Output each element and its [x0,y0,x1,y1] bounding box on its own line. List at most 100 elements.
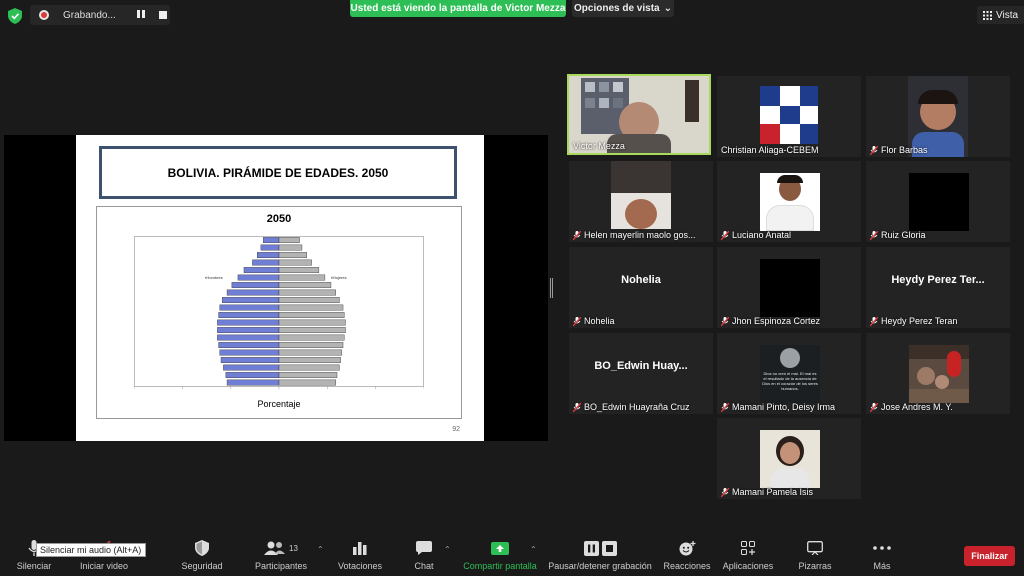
participant-tile[interactable]: Jose Andres M. Y. [866,333,1010,414]
chat-label: Chat [414,561,434,571]
bar-hombres [218,312,280,318]
muted-mic-icon [721,316,729,326]
plot-frame [134,236,424,387]
bar-hombres [220,357,280,363]
participant-tile[interactable]: Victor Mezza [567,74,711,155]
bar-hombres [260,244,280,251]
muted-mic-icon [721,402,729,412]
participant-tile[interactable]: BO_Edwin Huay... BO_Edwin Huayraña Cruz [569,333,713,414]
bar-mujeres [278,244,303,251]
security-button[interactable]: Seguridad [176,536,228,576]
bar-hombres [231,282,280,288]
muted-mic-icon [721,487,729,497]
participant-display-name: Heydy Perez Ter... [891,274,985,286]
participants-caret-icon[interactable]: ⌃ [317,545,324,554]
bar-mujeres [278,282,332,288]
view-button[interactable]: Vista [977,6,1024,24]
security-shield-icon[interactable] [8,8,22,24]
pyramid-svg: ▪Hombres ▪Mujeres [134,236,424,389]
participant-name: Nohelia [573,316,615,326]
participant-tile[interactable]: Luciano Anatal [717,161,861,242]
participant-tile[interactable]: Mamani Pamela Isis [717,418,861,499]
participants-icon [264,541,286,555]
bar-mujeres [278,342,344,348]
end-meeting-button[interactable]: Finalizar [964,546,1015,566]
bar-hombres [226,289,280,296]
bar-hombres [222,297,280,303]
bar-mujeres [278,319,346,326]
bar-mujeres [278,372,338,378]
mute-label: Silenciar [16,561,52,571]
participant-photo [760,430,820,488]
reactions-button[interactable]: Reacciones [662,536,712,576]
bar-mujeres [278,297,340,303]
whiteboard-icon [807,541,823,555]
bar-hombres [226,379,280,386]
slide-page-number: 92 [452,426,460,433]
bar-hombres [257,252,280,258]
participants-button[interactable]: 13 Participantes [250,536,312,576]
participant-name: Ruiz Gloria [870,230,926,240]
bar-hombres [219,349,280,356]
participant-photo [760,173,820,231]
muted-mic-icon [870,230,878,240]
muted-mic-icon [573,402,581,412]
participant-name: Mamani Pamela Isis [721,487,813,497]
share-caret-icon[interactable]: ⌃ [530,545,537,554]
participant-tile[interactable]: Dios no creó el mal. El mal es el result… [717,333,861,414]
population-pyramid-chart: 2050 ▪Hombres ▪Mujeres Porcentaje [96,206,462,419]
apps-button[interactable]: Aplicaciones [720,536,776,576]
participant-tile[interactable]: Ruiz Gloria [866,161,1010,242]
participant-tile[interactable]: Heydy Perez Ter... Heydy Perez Teran [866,247,1010,328]
participant-quote-image: Dios no creó el mal. El mal es el result… [760,345,820,403]
stop-recording-icon[interactable] [159,11,167,19]
pause-icon [583,540,599,556]
bar-hombres [252,259,280,266]
pause-recording-icon[interactable] [137,10,147,20]
bar-chart-icon [353,542,367,555]
chat-button[interactable]: Chat [408,536,440,576]
share-screen-button[interactable]: Compartir pantalla [460,536,540,576]
bar-mujeres [278,237,300,243]
quote-text: Dios no creó el mal. El mal es el result… [762,371,818,391]
bar-hombres [237,274,280,281]
participant-name: Mamani Pinto, Deisy Irma [721,402,835,412]
bar-mujeres [278,312,345,318]
splitter-handle[interactable] [550,278,553,298]
meeting-toolbar: Silenciar Iniciar video Seguridad 13 Par… [0,536,1024,576]
polls-button[interactable]: Votaciones [336,536,384,576]
bar-hombres [225,372,280,378]
pause-stop-recording-label: Pausar/detener grabación [548,561,652,571]
pause-stop-recording-button[interactable]: Pausar/detener grabación [546,536,654,576]
participant-name: BO_Edwin Huayraña Cruz [573,402,690,412]
whiteboards-button[interactable]: Pizarras [794,536,836,576]
screen-share-banner: Usted está viendo la pantalla de Victor … [350,0,566,17]
recording-label: Grabando... [63,9,116,21]
bar-mujeres [278,349,343,356]
security-label: Seguridad [181,561,223,571]
more-button[interactable]: Más [866,536,898,576]
chart-xlabel: Porcentaje [257,399,301,409]
bar-mujeres [278,334,345,341]
participant-tile[interactable]: Jhon Espinoza Cortez [717,247,861,328]
participant-photo [909,345,969,403]
participant-video-off [760,259,820,317]
participant-name: Jose Andres M. Y. [870,402,953,412]
start-video-label: Iniciar video [79,561,129,571]
share-screen-icon [491,541,509,555]
whiteboards-label: Pizarras [798,561,832,571]
bar-mujeres [278,327,346,333]
bar-hombres [219,304,280,311]
bar-mujeres [278,252,307,258]
participant-tile[interactable]: Christian Aliaga-CEBEM [717,76,861,157]
participant-tile[interactable]: Nohelia Nohelia [569,247,713,328]
shield-icon [195,540,209,556]
chat-caret-icon[interactable]: ⌃ [444,545,451,554]
view-options-button[interactable]: Opciones de vista ⌄ [572,0,674,17]
muted-mic-icon [573,230,581,240]
smiley-plus-icon [679,540,695,555]
participant-tile[interactable]: Helen mayerlin maolo gos... [569,161,713,242]
view-options-label: Opciones de vista [574,3,660,14]
participant-tile[interactable]: Flor Barbas [866,76,1010,157]
bar-hombres [217,327,280,333]
